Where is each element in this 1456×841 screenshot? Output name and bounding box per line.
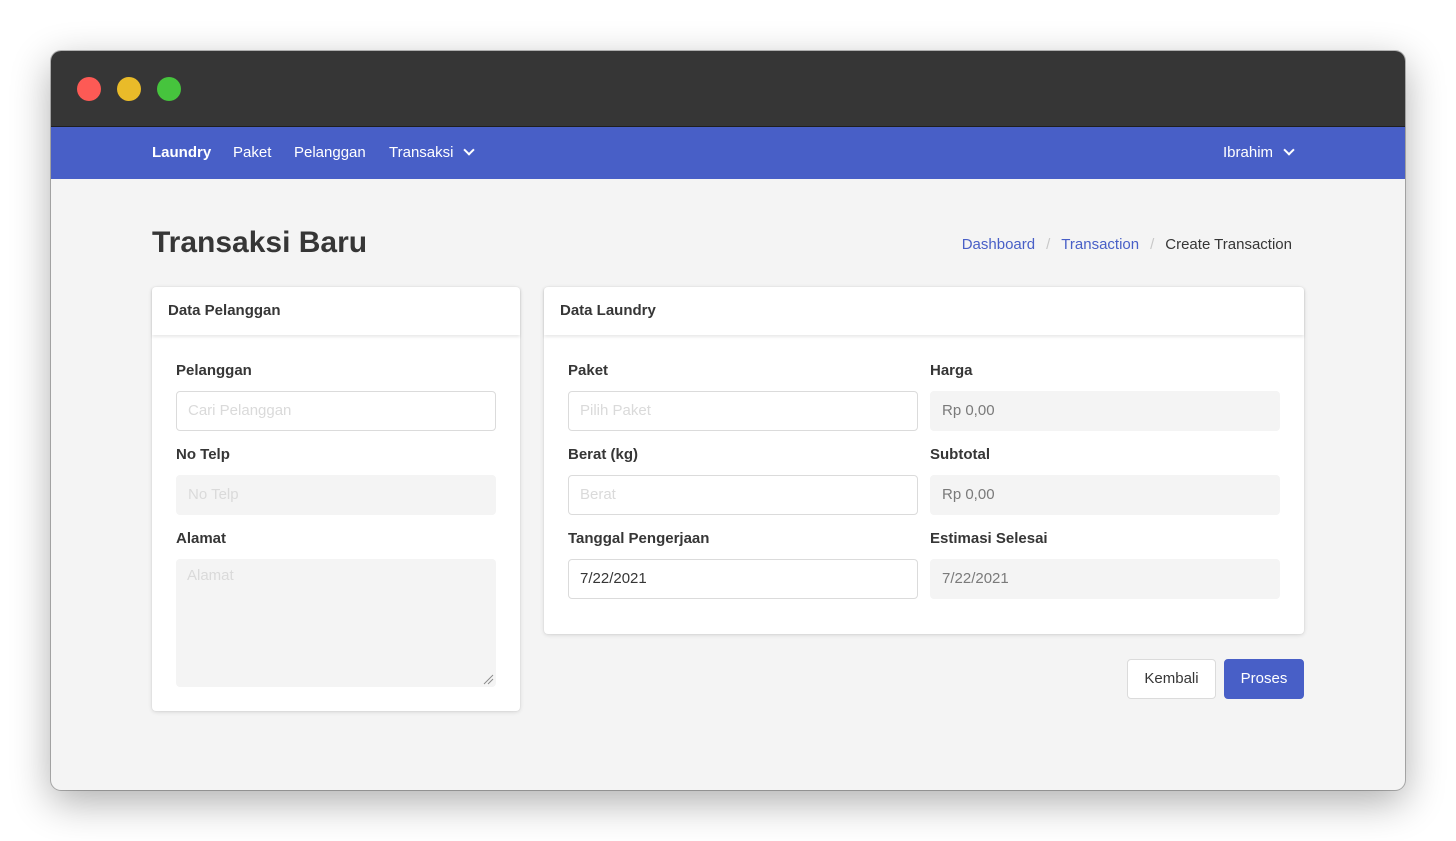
nav-item-transaksi-dropdown[interactable]: Transaksi <box>389 127 476 179</box>
kembali-button[interactable]: Kembali <box>1127 659 1216 699</box>
harga-field[interactable]: Rp 0,00 <box>930 391 1280 431</box>
subtotal-label: Subtotal <box>930 446 990 463</box>
window-titlebar <box>51 51 1405 127</box>
estimasi-field[interactable]: 7/22/2021 <box>930 559 1280 599</box>
harga-label: Harga <box>930 362 973 379</box>
breadcrumb-transaction-link[interactable]: Transaction <box>1061 236 1139 253</box>
pelanggan-label: Pelanggan <box>176 362 252 379</box>
maximize-window-button[interactable] <box>157 77 181 101</box>
minimize-window-button[interactable] <box>117 77 141 101</box>
page-title: Transaksi Baru <box>152 226 368 259</box>
breadcrumb-current: Create Transaction <box>1165 236 1292 253</box>
customer-card-title: Data Pelanggan <box>152 287 520 335</box>
nav-brand-laundry[interactable]: Laundry <box>152 127 211 179</box>
laundry-data-card: Data Laundry Paket Pilih Paket Harga Rp … <box>544 287 1304 634</box>
tanggal-date-input[interactable]: 7/22/2021 <box>568 559 918 599</box>
telp-field[interactable]: No Telp <box>176 475 496 515</box>
breadcrumb-separator: / <box>1150 236 1155 253</box>
tanggal-label: Tanggal Pengerjaan <box>568 530 710 547</box>
pelanggan-search-input[interactable]: Cari Pelanggan <box>176 391 496 431</box>
telp-label: No Telp <box>176 446 230 463</box>
nav-item-pelanggan[interactable]: Pelanggan <box>294 127 366 179</box>
estimasi-label: Estimasi Selesai <box>930 530 1048 547</box>
subtotal-field[interactable]: Rp 0,00 <box>930 475 1280 515</box>
alamat-textarea[interactable]: Alamat <box>176 559 496 687</box>
alamat-placeholder: Alamat <box>187 567 234 584</box>
chevron-down-icon <box>463 144 476 156</box>
breadcrumb-separator: / <box>1046 236 1051 253</box>
berat-label: Berat (kg) <box>568 446 639 463</box>
nav-item-transaksi-label: Transaksi <box>389 144 454 161</box>
nav-item-paket[interactable]: Paket <box>233 127 271 179</box>
proses-button[interactable]: Proses <box>1224 659 1304 699</box>
berat-input[interactable]: Berat <box>568 475 918 515</box>
resize-handle-icon[interactable] <box>482 673 494 685</box>
user-menu-dropdown[interactable]: Ibrahim <box>1223 127 1295 179</box>
top-navbar: Laundry Paket Pelanggan Transaksi Ibrahi… <box>51 127 1405 179</box>
customer-data-card: Data Pelanggan Pelanggan Cari Pelanggan … <box>152 287 520 711</box>
alamat-label: Alamat <box>176 530 227 547</box>
laundry-card-title: Data Laundry <box>544 287 1304 335</box>
paket-select[interactable]: Pilih Paket <box>568 391 918 431</box>
user-name: Ibrahim <box>1223 144 1274 161</box>
chevron-down-icon <box>1283 144 1295 156</box>
breadcrumb: Dashboard / Transaction / Create Transaction <box>962 236 1292 253</box>
breadcrumb-dashboard-link[interactable]: Dashboard <box>962 236 1035 253</box>
browser-window: Laundry Paket Pelanggan Transaksi Ibrahi… <box>51 51 1405 790</box>
close-window-button[interactable] <box>77 77 101 101</box>
paket-label: Paket <box>568 362 609 379</box>
